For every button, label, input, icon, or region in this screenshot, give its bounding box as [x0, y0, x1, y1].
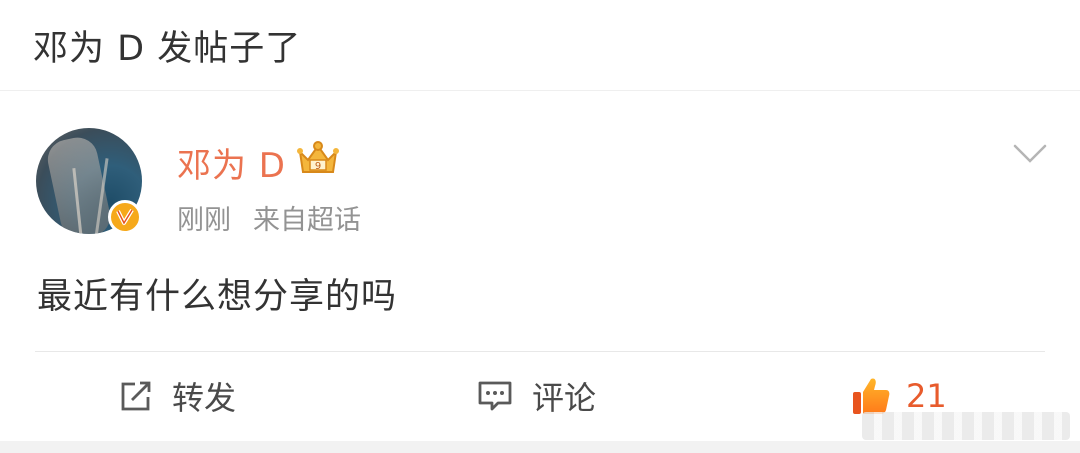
comment-label: 评论	[532, 379, 597, 417]
crown-icon[interactable]: 9	[294, 138, 342, 178]
verified-badge-icon	[108, 200, 142, 234]
post-source[interactable]: 来自超话	[253, 205, 361, 236]
username[interactable]: 邓为 D	[177, 138, 286, 187]
thumbs-up-icon	[853, 378, 890, 414]
post-meta: 刚刚 来自超话	[177, 198, 361, 237]
like-count: 21	[906, 377, 947, 415]
repost-icon	[121, 381, 151, 411]
svg-text:9: 9	[315, 161, 321, 172]
chevron-down-icon[interactable]	[1012, 142, 1048, 166]
watermark	[862, 412, 1070, 440]
page-title: 邓为 D 发帖子了	[33, 29, 302, 69]
repost-button[interactable]: 转发	[118, 374, 236, 418]
page-header: 邓为 D 发帖子了	[0, 0, 1080, 91]
comment-button[interactable]: 评论	[476, 374, 596, 418]
repost-label: 转发	[172, 379, 237, 417]
divider	[35, 351, 1045, 352]
post-time: 刚刚	[177, 205, 231, 236]
comment-icon	[478, 381, 512, 411]
bottom-separator	[0, 441, 1080, 453]
post-text: 最近有什么想分享的吗	[37, 277, 398, 317]
